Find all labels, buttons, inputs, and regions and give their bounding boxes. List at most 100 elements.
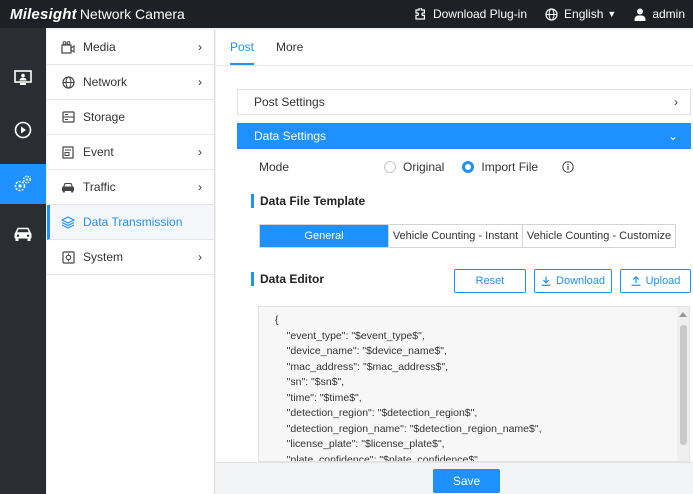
icon-rail xyxy=(0,28,46,494)
data-editor[interactable]: { "event_type": "$event_type$", "device_… xyxy=(258,306,690,462)
template-selector: General Vehicle Counting - Instant Vehic… xyxy=(259,224,676,248)
download-button[interactable]: Download xyxy=(534,269,612,293)
chevron-down-icon: ⌄ xyxy=(667,129,678,143)
system-icon xyxy=(61,250,75,264)
menu-item-label: Storage xyxy=(83,110,126,124)
brand-product: Network Camera xyxy=(79,5,185,22)
radio-import-file[interactable]: Import File xyxy=(462,160,538,174)
user-name: admin xyxy=(652,7,685,21)
radio-dot xyxy=(384,161,396,173)
mode-row: Mode Original Import File xyxy=(259,158,679,176)
info-icon[interactable] xyxy=(562,161,574,173)
download-plugin-label: Download Plug-in xyxy=(432,7,528,21)
top-bar: Milesight Network Camera Download Plug-i… xyxy=(0,0,693,28)
tab-more[interactable]: More xyxy=(276,40,303,65)
footer-bar: Save xyxy=(216,462,693,494)
menu-item-event[interactable]: Event › xyxy=(47,135,214,170)
storage-icon xyxy=(61,110,75,124)
chevron-right-icon: › xyxy=(198,180,202,194)
post-settings-header[interactable]: Post Settings › xyxy=(237,89,691,115)
globe-icon xyxy=(61,75,75,89)
menu-item-data-transmission[interactable]: Data Transmission xyxy=(47,205,214,240)
upload-button[interactable]: Upload xyxy=(620,269,691,293)
layers-icon xyxy=(61,215,75,229)
user-icon xyxy=(634,8,646,21)
mode-label: Mode xyxy=(259,160,290,174)
plugin-icon xyxy=(415,7,425,20)
chevron-right-icon: › xyxy=(198,75,202,89)
chevron-right-icon: › xyxy=(198,250,202,264)
code-line: "device_name": "$device_name$", xyxy=(275,345,447,357)
brand: Milesight Network Camera xyxy=(0,6,185,23)
code-line: "detection_region": "$detection_region$"… xyxy=(275,407,478,419)
globe-icon xyxy=(545,7,558,21)
tab-post[interactable]: Post xyxy=(230,40,255,65)
rail-playback[interactable] xyxy=(0,110,46,150)
code-line: "sn": "$sn$", xyxy=(275,376,345,388)
chevron-right-icon: › xyxy=(674,95,678,109)
menu-item-label: Traffic xyxy=(83,180,116,194)
rail-settings[interactable] xyxy=(0,164,46,204)
chevron-right-icon: › xyxy=(198,40,202,54)
gears-icon xyxy=(14,175,31,192)
radio-original[interactable]: Original xyxy=(384,160,444,174)
post-settings-label: Post Settings xyxy=(254,95,325,109)
save-button[interactable]: Save xyxy=(433,469,500,493)
code-line: "license_plate": "$license_plate$", xyxy=(275,438,445,450)
template-general[interactable]: General xyxy=(260,225,389,247)
template-vehicle-counting-instant[interactable]: Vehicle Counting - Instant xyxy=(389,225,523,247)
code-line: "event_type": "$event_type$", xyxy=(275,329,425,342)
car-icon xyxy=(61,180,75,194)
template-vehicle-counting-customize[interactable]: Vehicle Counting - Customize xyxy=(523,225,675,247)
radio-original-label: Original xyxy=(403,160,445,174)
brand-logo: Milesight xyxy=(10,5,77,23)
code-line: "plate_confidence": "$plate_confidence$"… xyxy=(275,453,481,462)
reset-button-label: Reset xyxy=(475,275,505,287)
data-editor-title: Data Editor xyxy=(251,272,324,286)
scroll-up-icon[interactable] xyxy=(679,311,687,317)
editor-scrollbar[interactable] xyxy=(677,307,689,461)
upload-icon xyxy=(631,276,641,286)
menu-item-label: Network xyxy=(83,75,128,89)
rail-live-view[interactable] xyxy=(0,58,46,98)
menu-item-label: Data Transmission xyxy=(83,215,183,229)
data-file-template-title: Data File Template xyxy=(251,194,365,208)
upload-button-label: Upload xyxy=(645,275,681,287)
tab-bar: Post More xyxy=(216,30,693,66)
menu-item-network[interactable]: Network › xyxy=(47,65,214,100)
event-icon xyxy=(61,145,75,159)
download-plugin-link[interactable]: Download Plug-in xyxy=(413,7,527,21)
scroll-thumb[interactable] xyxy=(680,325,687,445)
monitor-icon xyxy=(14,70,32,85)
code-line: "time": "$time$", xyxy=(275,391,362,404)
menu-item-label: System xyxy=(83,250,124,264)
code-line: { xyxy=(275,314,279,326)
radio-dot xyxy=(462,161,475,173)
data-settings-label: Data Settings xyxy=(254,129,327,143)
user-menu[interactable]: admin xyxy=(634,7,685,21)
download-button-label: Download xyxy=(556,275,605,287)
code-line: "mac_address": "$mac_address$", xyxy=(275,360,449,373)
play-icon xyxy=(14,121,32,139)
chevron-down-icon: ▼ xyxy=(607,9,617,19)
menu-item-storage[interactable]: Storage xyxy=(47,100,214,135)
code-block: { "event_type": "$event_type$", "device_… xyxy=(275,313,542,462)
menu-item-label: Event xyxy=(83,145,114,159)
main-panel: Post More Post Settings › Data Settings … xyxy=(216,30,693,494)
chevron-right-icon: › xyxy=(198,145,202,159)
radio-import-file-label: Import File xyxy=(481,160,539,174)
menu-item-system[interactable]: System › xyxy=(47,240,214,275)
reset-button[interactable]: Reset xyxy=(454,269,526,293)
menu-item-label: Media xyxy=(83,40,116,54)
media-icon xyxy=(61,40,75,54)
language-selector[interactable]: English ▼ xyxy=(545,7,616,21)
menu-item-media[interactable]: Media › xyxy=(47,30,214,65)
menu-item-traffic[interactable]: Traffic › xyxy=(47,170,214,205)
settings-menu: Media › Network › Storage Event › Traffi… xyxy=(47,30,215,494)
rail-traffic[interactable] xyxy=(0,214,46,254)
code-line: "detection_region_name": "$detection_reg… xyxy=(275,422,542,435)
data-settings-header[interactable]: Data Settings ⌄ xyxy=(237,123,691,149)
car-icon xyxy=(14,227,32,241)
download-icon xyxy=(541,276,551,286)
language-label: English xyxy=(564,7,604,21)
